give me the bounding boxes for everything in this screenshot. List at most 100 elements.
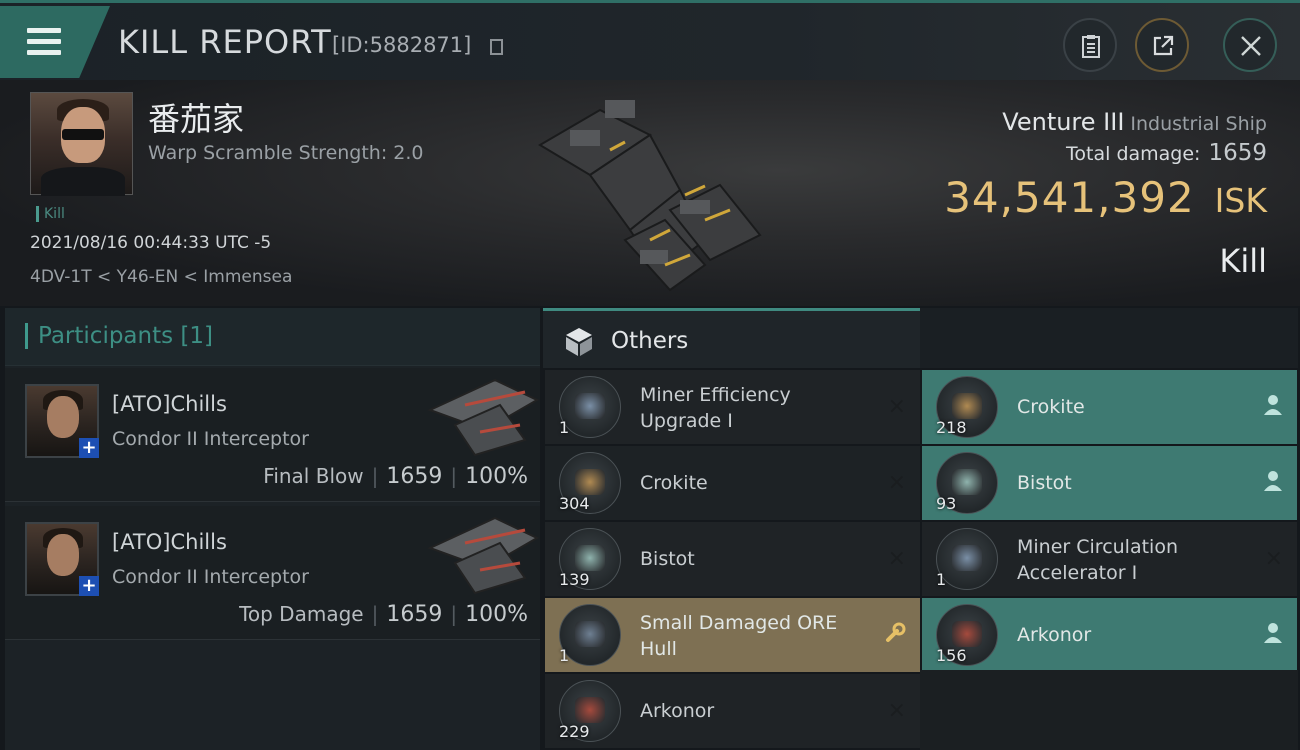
participant-portrait[interactable]: + — [25, 522, 99, 596]
item-tile[interactable]: 1 Miner Efficiency Upgrade I × — [545, 370, 920, 444]
destroyed-x-icon: × — [887, 698, 906, 723]
item-tile[interactable]: 304 Crokite × — [545, 446, 920, 520]
clipboard-icon — [1082, 35, 1100, 58]
item-name: Miner Efficiency Upgrade I — [640, 382, 870, 434]
victim-ship-class: Industrial Ship — [1130, 113, 1267, 135]
report-id: [ID:5882871] — [332, 33, 472, 57]
destroyed-x-icon: × — [887, 470, 906, 495]
item-name: Crokite — [1017, 394, 1247, 420]
participant-row[interactable]: + [ATO]Chills Condor II Interceptor Fina… — [5, 368, 540, 502]
copy-id-icon[interactable] — [490, 39, 503, 55]
hamburger-icon-line — [27, 50, 61, 55]
item-tile[interactable]: 218 Crokite — [922, 370, 1297, 444]
item-name: Miner Circulation Accelerator I — [1017, 534, 1247, 586]
participant-stats: Final Blow | 1659 | 100% — [263, 464, 528, 489]
item-name-line: Crokite — [640, 472, 708, 494]
item-quantity: 304 — [559, 494, 590, 513]
hamburger-icon — [27, 28, 61, 33]
item-name-line: Accelerator I — [1017, 562, 1138, 584]
participant-role: Final Blow — [263, 464, 364, 488]
item-name: Arkonor — [1017, 622, 1247, 648]
item-icon-core — [575, 697, 605, 723]
items-title: Others — [611, 328, 689, 354]
item-icon-core — [575, 393, 605, 419]
item-quantity: 156 — [936, 646, 967, 665]
item-quantity: 139 — [559, 570, 590, 589]
hamburger-icon-line — [27, 39, 61, 44]
total-damage-value: 1659 — [1208, 140, 1267, 166]
item-name-line: Miner Circulation — [1017, 536, 1178, 558]
interceptor-ship-render — [427, 516, 540, 595]
close-icon — [1241, 36, 1261, 56]
page-title: KILL REPORT — [118, 23, 332, 61]
item-quantity: 229 — [559, 722, 590, 741]
participant-name[interactable]: [ATO]Chills — [112, 392, 227, 416]
item-icon-core — [952, 469, 982, 495]
participant-portrait[interactable]: + — [25, 384, 99, 458]
participant-stats: Top Damage | 1659 | 100% — [239, 602, 528, 627]
isk-line: 34,541,392 ISK — [944, 173, 1267, 222]
participant-ship: Condor II Interceptor — [112, 428, 309, 450]
destroyed-x-icon: × — [1264, 546, 1283, 571]
destroyed-x-icon: × — [887, 546, 906, 571]
item-name: Bistot — [1017, 470, 1247, 496]
portrait-face — [47, 396, 79, 438]
item-tile[interactable]: 1 Small Damaged ORE Hull — [545, 598, 920, 672]
items-empty-area — [920, 670, 1298, 750]
items-header-spacer — [920, 308, 1298, 368]
portrait-face — [47, 534, 79, 576]
participant-role: Top Damage — [239, 602, 364, 626]
item-name: Arkonor — [640, 698, 870, 724]
item-tile[interactable]: 229 Arkonor × — [545, 674, 920, 748]
item-icon-core — [952, 545, 982, 571]
wrench-icon — [884, 622, 906, 650]
participants-panel: Participants [1] + [ATO]Chills Condor II… — [5, 308, 540, 750]
item-quantity: 1 — [559, 646, 570, 665]
victim-ship-render — [538, 100, 762, 292]
cube-icon — [566, 328, 592, 356]
victim-name[interactable]: 番茄家 — [148, 94, 244, 140]
item-icon-core — [952, 393, 982, 419]
item-tile[interactable]: 156 Arkonor — [922, 598, 1297, 672]
item-name-line: Arkonor — [640, 700, 715, 722]
item-name-line: Miner Efficiency — [640, 384, 791, 406]
person-icon — [1263, 394, 1283, 422]
item-name-line: Crokite — [1017, 396, 1085, 418]
kill-tag: Kill — [36, 206, 65, 222]
item-icon-core — [952, 621, 982, 647]
kill-status: Kill — [1219, 242, 1267, 280]
kill-location[interactable]: 4DV-1T < Y46-EN < Immensea — [30, 267, 292, 287]
participant-name[interactable]: [ATO]Chills — [112, 530, 227, 554]
item-icon-core — [575, 621, 605, 647]
item-name: Small Damaged ORE Hull — [640, 610, 870, 662]
victim-ship-name[interactable]: Venture III — [1002, 108, 1124, 136]
menu-button[interactable] — [0, 6, 110, 78]
item-name-line: Bistot — [1017, 472, 1072, 494]
participant-percent: 100% — [465, 464, 528, 489]
interceptor-ship-render — [427, 378, 540, 457]
participant-percent: 100% — [465, 602, 528, 627]
top-bar: KILL REPORT [ID:5882871] — [0, 0, 1300, 80]
item-tile[interactable]: 93 Bistot — [922, 446, 1297, 520]
item-name-line: Upgrade I — [640, 410, 733, 432]
item-tile[interactable]: 1 Miner Circulation Accelerator I × — [922, 522, 1297, 596]
item-name-line: Arkonor — [1017, 624, 1092, 646]
item-name-line: Bistot — [640, 548, 695, 570]
close-button[interactable] — [1223, 18, 1277, 72]
isk-unit: ISK — [1214, 181, 1267, 220]
participant-row[interactable]: + [ATO]Chills Condor II Interceptor Top … — [5, 506, 540, 640]
item-name: Bistot — [640, 546, 870, 572]
item-name-line: Small Damaged ORE — [640, 612, 838, 634]
item-tile[interactable]: 139 Bistot × — [545, 522, 920, 596]
item-icon-core — [575, 469, 605, 495]
portrait-suit — [41, 167, 125, 196]
participants-header: Participants [1] — [5, 308, 540, 366]
item-quantity: 218 — [936, 418, 967, 437]
kill-datetime: 2021/08/16 00:44:33 UTC -5 — [30, 233, 272, 253]
person-icon — [1263, 470, 1283, 498]
item-quantity: 1 — [559, 418, 570, 437]
share-button[interactable] — [1135, 18, 1189, 72]
clipboard-button[interactable] — [1063, 18, 1117, 72]
victim-portrait[interactable] — [30, 92, 133, 196]
corporation-badge-icon: + — [79, 438, 99, 458]
